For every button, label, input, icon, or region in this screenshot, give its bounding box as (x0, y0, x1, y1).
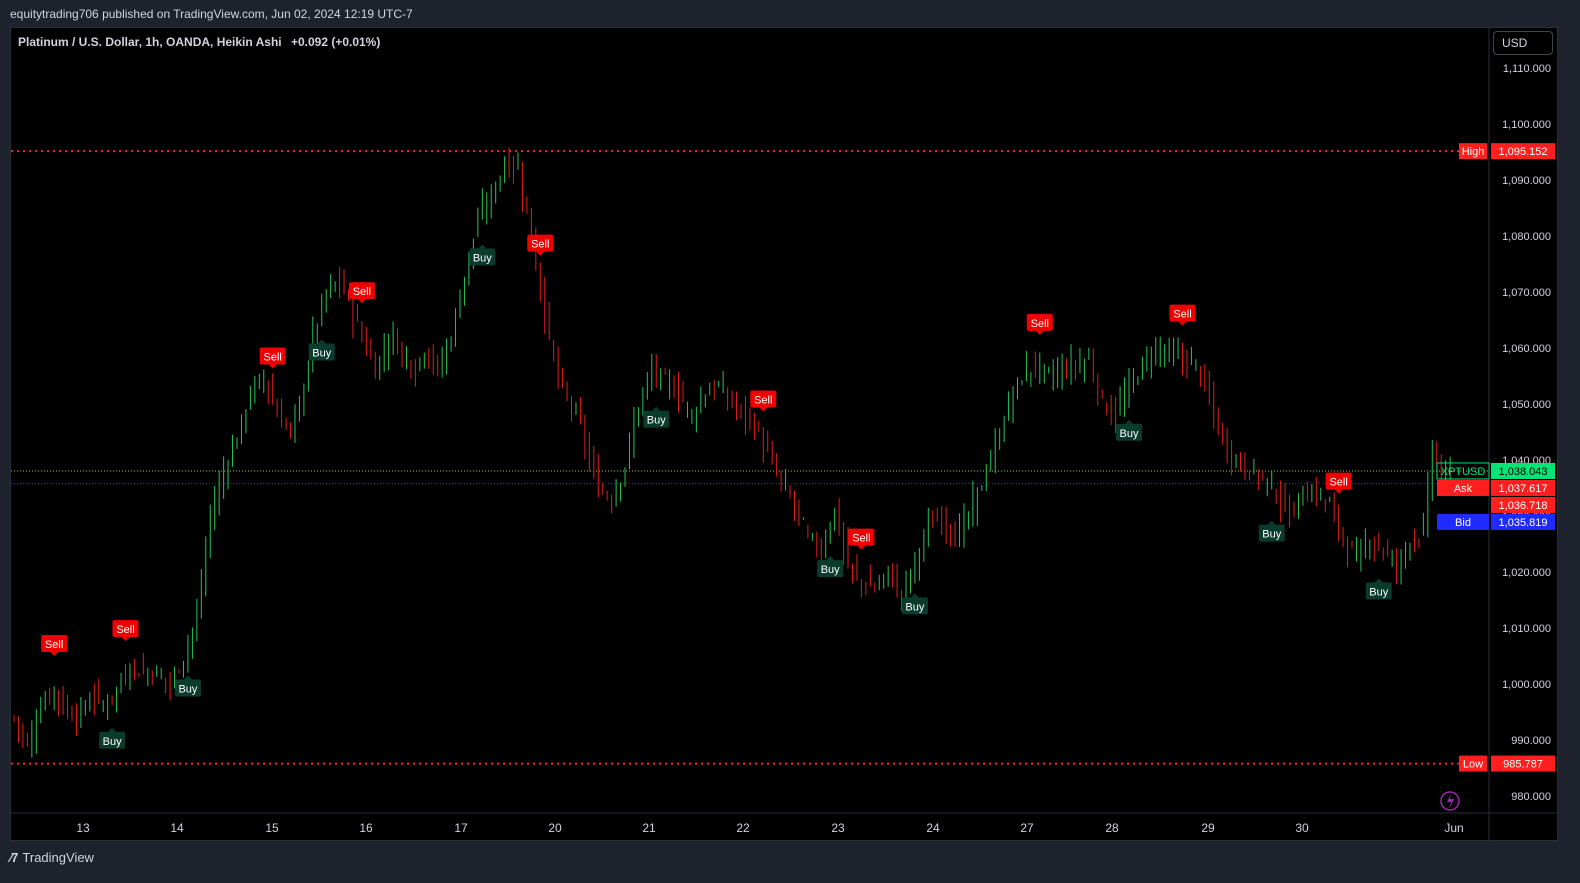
sell-signal-label: Sell (1173, 309, 1191, 321)
buy-signal-pointer (1125, 419, 1133, 424)
x-tick-label: 14 (170, 821, 184, 835)
x-tick-label: 23 (831, 821, 845, 835)
x-tick-label: 30 (1295, 821, 1309, 835)
buy-signal-pointer (1267, 520, 1276, 525)
last-price-tag: XPTUSD (1441, 466, 1486, 478)
mid-value: 1,036.718 (1499, 500, 1548, 512)
buy-signal-label: Buy (103, 736, 122, 748)
sell-signal-pointer (536, 251, 545, 256)
x-tick-label: 20 (548, 821, 562, 835)
sell-signal-label: Sell (1031, 318, 1049, 330)
ask-value: 1,037.617 (1499, 483, 1548, 495)
sell-signal-pointer (1178, 321, 1187, 326)
sell-signal-label: Sell (353, 286, 371, 298)
sell-signal-label: Sell (264, 352, 282, 364)
sell-signal-pointer (50, 652, 59, 656)
high-label: High (1462, 146, 1485, 158)
x-tick-label: 15 (265, 821, 279, 835)
buy-signal-pointer (478, 244, 487, 249)
x-tick-label: 17 (454, 821, 468, 835)
buy-signal-pointer (183, 675, 192, 680)
bid-value: 1,035.819 (1499, 517, 1548, 529)
tradingview-footer[interactable]: ⁄7 TradingView (10, 850, 94, 865)
currency-selector[interactable]: USD (1493, 31, 1553, 55)
y-tick-label: 1,000.000 (1502, 679, 1551, 691)
x-tick-label: 21 (642, 821, 656, 835)
chart-pane[interactable]: High 1,095.152 Low 985.787 1,110.000 1,100.00… (10, 27, 1559, 842)
y-tick-label: 1,070.000 (1502, 287, 1551, 299)
x-tick-label: 16 (359, 821, 373, 835)
publisher-caption: equitytrading706 published on TradingVie… (10, 7, 413, 21)
sell-signal-label: Sell (852, 533, 870, 545)
price-change: +0.092 (+0.01%) (290, 35, 381, 49)
x-tick-label: 29 (1201, 821, 1215, 835)
buy-signal-label: Buy (473, 252, 492, 264)
buy-signal-pointer (652, 406, 661, 411)
buy-signal-pointer (1374, 578, 1383, 583)
symbol-legend[interactable]: Platinum / U.S. Dollar, 1h, OANDA, Heiki… (18, 35, 380, 49)
sell-signal-pointer (357, 299, 366, 304)
y-tick-label: 1,080.000 (1502, 231, 1551, 243)
y-tick-label: 1,050.000 (1502, 399, 1551, 411)
high-price-value: 1,095.152 (1499, 146, 1548, 158)
buy-signal-label: Buy (1369, 586, 1388, 598)
sell-signal-label: Sell (1329, 477, 1347, 489)
x-tick-label: 22 (736, 821, 750, 835)
y-tick-label: 1,090.000 (1502, 175, 1551, 187)
sell-signal-pointer (268, 364, 277, 369)
buy-signal-label: Buy (312, 348, 331, 360)
y-tick-label: 1,010.000 (1502, 623, 1551, 635)
sell-signal-label: Sell (754, 394, 772, 406)
x-tick-label: 13 (76, 821, 90, 835)
x-tick-label: 24 (926, 821, 940, 835)
x-tick-label: 27 (1020, 821, 1034, 835)
y-tick-label: 1,060.000 (1502, 343, 1551, 355)
buy-signal-label: Buy (905, 601, 924, 613)
low-label: Low (1463, 759, 1483, 771)
y-tick-label: 1,100.000 (1502, 119, 1551, 131)
sell-signal-pointer (121, 637, 130, 642)
last-price-value: 1,038.043 (1499, 466, 1548, 478)
y-tick-label: 980.000 (1511, 791, 1551, 803)
buy-signal-label: Buy (1120, 428, 1139, 440)
buy-signal-label: Buy (821, 564, 840, 576)
price-chart-svg[interactable]: High 1,095.152 Low 985.787 1,110.000 1,100.00… (11, 28, 1559, 842)
lightning-bolt-icon (1447, 794, 1454, 809)
sell-signal-label: Sell (45, 639, 63, 651)
symbol-description: Platinum / U.S. Dollar, 1h, OANDA, Heiki… (18, 35, 282, 49)
tradingview-brand: TradingView (22, 850, 94, 865)
buy-signal-label: Buy (1262, 529, 1281, 541)
sell-signal-label: Sell (116, 624, 134, 636)
tradingview-logo-icon: ⁄7 (10, 850, 18, 865)
buy-signal-pointer (910, 593, 919, 598)
bid-tag: Bid (1455, 517, 1471, 529)
x-tick-label: Jun (1444, 821, 1463, 835)
x-tick-label: 28 (1105, 821, 1119, 835)
buy-signal-pointer (317, 339, 326, 344)
buy-signal-pointer (108, 727, 117, 732)
sell-signal-pointer (1035, 330, 1044, 335)
sell-signal-label: Sell (531, 239, 549, 251)
y-tick-label: 1,020.000 (1502, 567, 1551, 579)
sell-signal-pointer (857, 545, 866, 550)
buy-signal-label: Buy (647, 415, 666, 427)
buy-signal-label: Buy (178, 684, 197, 696)
buy-signal-pointer (826, 556, 835, 561)
ask-tag: Ask (1454, 483, 1473, 495)
low-price-value: 985.787 (1503, 759, 1543, 771)
y-tick-label: 1,110.000 (1503, 63, 1551, 75)
sell-signal-pointer (1334, 489, 1343, 494)
y-tick-label: 990.000 (1511, 735, 1551, 747)
sell-signal-pointer (759, 407, 768, 412)
